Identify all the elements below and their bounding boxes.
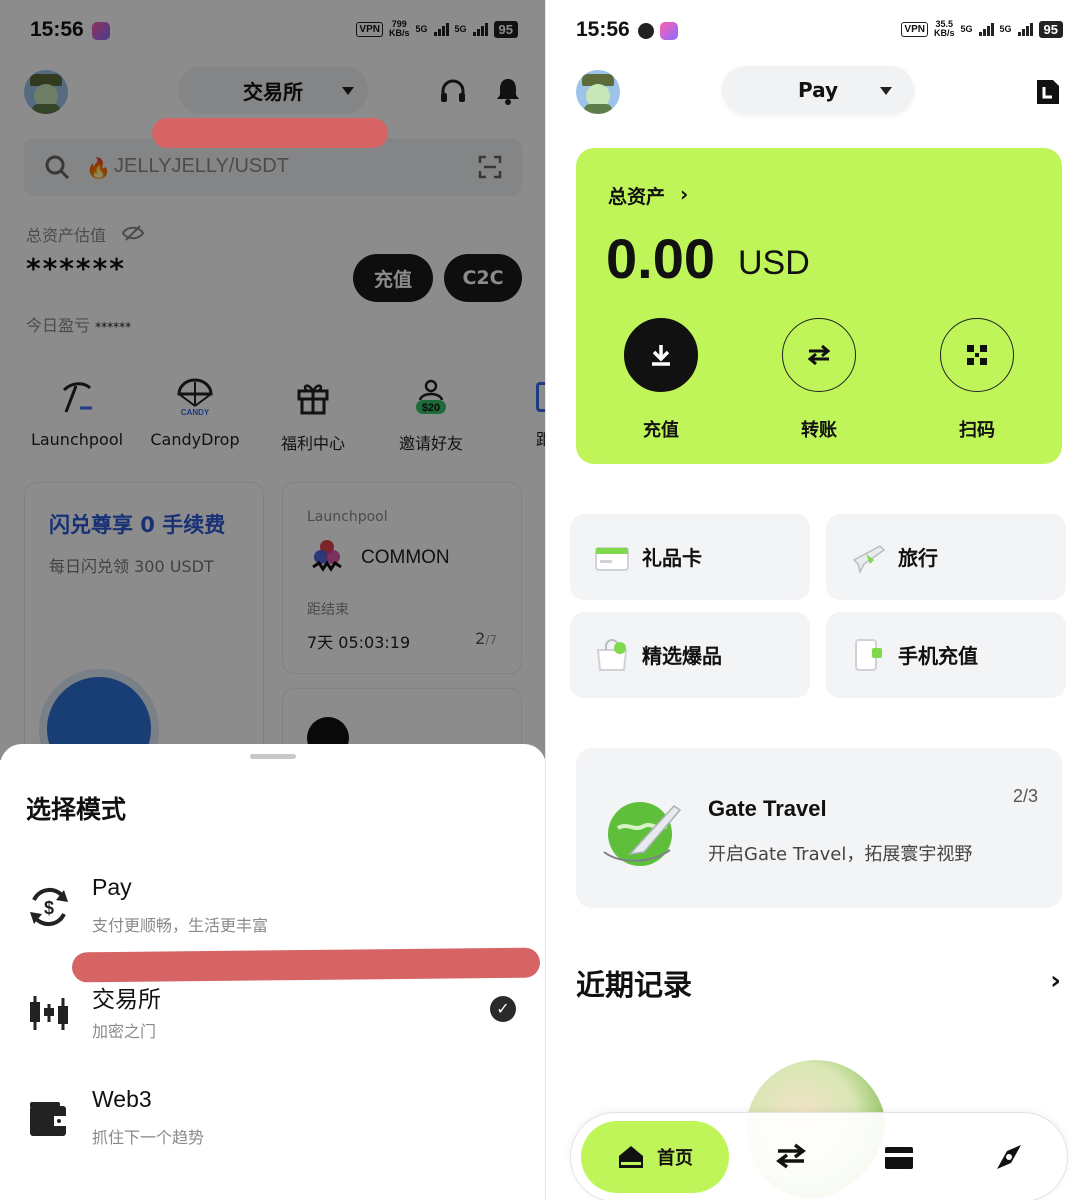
mode-option-subtitle: 支付更顺畅，生活更丰富 <box>92 916 269 935</box>
signal-icon <box>1017 22 1033 36</box>
sheet-title: 选择模式 <box>26 795 127 824</box>
balance-label[interactable]: 总资产 <box>608 182 665 209</box>
mode-select-sheet: 选择模式 $ Pay 支付更顺畅，生活更丰富 交易所 加密之门 ✓ Web3 抓… <box>0 744 546 1200</box>
redaction-scribble <box>71 947 541 983</box>
home-icon <box>619 1146 643 1168</box>
bottom-nav: 首页 <box>570 1112 1068 1200</box>
network-speed: 35.5 KB/s <box>933 19 955 38</box>
banner-title: Gate Travel <box>708 796 827 821</box>
mode-option-web3[interactable]: Web3 抓住下一个趋势 <box>0 1086 546 1176</box>
redaction-scribble <box>152 118 388 148</box>
candlestick-icon <box>30 996 68 1030</box>
svg-text:$: $ <box>44 898 54 918</box>
globe-airplane-icon <box>603 802 682 866</box>
status-bar: 15:56 VPN 35.5 KB/s 5G 5G 95 <box>546 0 1091 60</box>
recent-records-title: 近期记录 <box>576 968 693 1002</box>
card-icon[interactable] <box>883 1141 915 1173</box>
pay-cycle-icon: $ <box>30 887 68 927</box>
shopping-bag-icon <box>596 639 628 671</box>
mode-option-subtitle: 抓住下一个趋势 <box>92 1128 205 1147</box>
tile-featured-products[interactable]: 精选爆品 <box>570 612 810 698</box>
scan-icon <box>940 318 1014 392</box>
wallet-icon <box>30 1102 66 1136</box>
mode-switcher[interactable]: Pay <box>722 66 914 114</box>
mode-option-subtitle: 加密之门 <box>92 1022 157 1041</box>
app-badge-icon <box>660 22 678 40</box>
mode-option-exchange[interactable]: 交易所 加密之门 ✓ <box>0 980 546 1070</box>
banner-subtitle: 开启Gate Travel，拓展寰宇视野 <box>708 844 973 865</box>
gate-travel-banner[interactable]: Gate Travel 开启Gate Travel，拓展寰宇视野 2/3 <box>576 748 1062 908</box>
chevron-right-icon[interactable]: › <box>680 182 688 206</box>
scan-button[interactable]: 扫码 <box>940 318 1014 442</box>
compass-icon[interactable] <box>993 1141 1025 1173</box>
tile-travel[interactable]: 旅行 <box>826 514 1066 600</box>
chevron-down-icon <box>880 87 892 95</box>
chevron-right-icon[interactable]: › <box>1050 966 1061 996</box>
mode-label: Pay <box>797 78 839 102</box>
mode-option-title: 交易所 <box>92 986 161 1012</box>
balance-amount: 0.00 <box>606 227 715 290</box>
mode-option-title: Web3 <box>92 1086 152 1112</box>
gift-card-icon <box>595 547 629 571</box>
avatar[interactable] <box>576 70 620 114</box>
drag-handle[interactable] <box>250 754 296 759</box>
left-screen: 15:56 VPN 799 KB/s 5G 5G 95 交易所 JELLYJELL… <box>0 0 546 1200</box>
modal-backdrop[interactable] <box>0 0 546 760</box>
status-time: 15:56 <box>576 18 630 41</box>
phone-topup-icon <box>855 639 882 671</box>
transfer-button[interactable]: 转账 <box>782 318 856 442</box>
nav-home[interactable]: 首页 <box>581 1121 729 1193</box>
download-icon <box>624 318 698 392</box>
balance-card: 总资产 › 0.00 USD 充值 转账 扫码 <box>576 148 1062 464</box>
network-type-1: 5G <box>960 24 973 34</box>
transfer-icon[interactable] <box>775 1141 807 1173</box>
network-type-2: 5G <box>999 24 1012 34</box>
balance-currency: USD <box>738 244 810 282</box>
right-screen: 15:56 VPN 35.5 KB/s 5G 5G 95 Pay 总资产 › 0.… <box>546 0 1091 1200</box>
telegram-icon <box>638 23 654 39</box>
tile-phone-topup[interactable]: 手机充值 <box>826 612 1066 698</box>
mode-option-title: Pay <box>92 874 132 900</box>
carousel-page: 2/3 <box>1012 786 1038 806</box>
signal-icon <box>978 22 994 36</box>
airplane-icon <box>852 545 886 574</box>
battery-indicator: 95 <box>1038 20 1063 38</box>
transfer-icon <box>782 318 856 392</box>
tile-gift-card[interactable]: 礼品卡 <box>570 514 810 600</box>
deposit-button[interactable]: 充值 <box>624 318 698 442</box>
vpn-badge: VPN <box>901 21 928 37</box>
selected-check-icon: ✓ <box>490 996 516 1022</box>
document-icon[interactable] <box>1035 78 1061 106</box>
